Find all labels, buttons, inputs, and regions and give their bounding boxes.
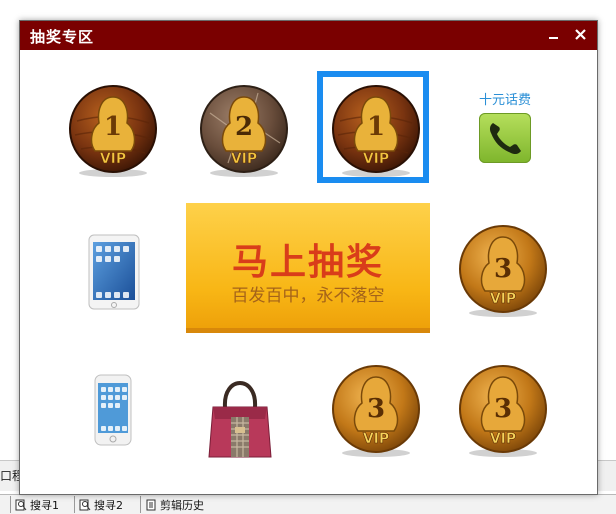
vip-coin-icon: 1 VIP (332, 85, 420, 177)
coin-number: 3 (494, 394, 512, 424)
search-icon (15, 499, 27, 510)
tab-search1[interactable]: 搜寻1 (10, 496, 59, 513)
draw-button-label: 马上抽奖 (231, 242, 384, 283)
prize-phone-credit[interactable] (479, 113, 531, 163)
draw-now-button[interactable]: 马上抽奖 百发百中，永不落空 (186, 203, 430, 333)
phone-icon (489, 123, 521, 155)
vip-coin-icon: 1 VIP (69, 85, 157, 177)
prize-vip3-coin[interactable]: 3 VIP (330, 363, 422, 459)
vip-coin-icon: 3 VIP (332, 365, 420, 457)
tab-label: 搜寻2 (94, 498, 123, 512)
lottery-dialog: 抽奖专区 1 VIP 2 VIP 1 VIP 十元话费 马上抽奖 百发百中，永不… (19, 20, 598, 495)
prize-vip3-coin[interactable]: 3 VIP (457, 363, 549, 459)
coin-badge: VIP (363, 431, 389, 447)
coin-number: 3 (367, 394, 385, 424)
handbag-icon (208, 381, 272, 458)
close-icon (575, 29, 586, 40)
phone-credit-label: 十元话费 (478, 93, 531, 108)
tab-clip-history[interactable]: 剪辑历史 (140, 496, 204, 513)
document-icon (146, 499, 156, 510)
background-app-panel-right (596, 460, 616, 491)
phone-device-icon (94, 374, 132, 446)
prize-ipad[interactable] (87, 233, 141, 315)
minimize-button[interactable] (544, 25, 564, 45)
vip-coin-icon: 3 VIP (459, 365, 547, 457)
coin-badge: VIP (231, 151, 257, 167)
vip-coin-icon: 3 VIP (459, 225, 547, 317)
coin-badge: VIP (100, 151, 126, 167)
vip-coin-icon: 2 VIP (200, 85, 288, 177)
tab-search2[interactable]: 搜寻2 (74, 496, 123, 513)
coin-number: 1 (367, 112, 385, 142)
tab-label: 剪辑历史 (160, 498, 204, 512)
prize-iphone[interactable] (93, 373, 133, 451)
prize-vip3-coin[interactable]: 3 VIP (457, 223, 549, 319)
minimize-icon (549, 37, 558, 39)
prize-vip2-coin[interactable]: 2 VIP (198, 83, 290, 179)
window-title: 抽奖专区 (30, 28, 95, 46)
tab-label: 搜寻1 (30, 498, 59, 512)
coin-badge: VIP (490, 291, 516, 307)
coin-badge: VIP (490, 431, 516, 447)
tablet-icon (88, 234, 140, 310)
bottom-tab-bar: 搜寻1 搜寻2 剪辑历史 (0, 494, 616, 514)
coin-number: 1 (104, 112, 122, 142)
coin-number: 2 (235, 112, 253, 142)
draw-button-sublabel: 百发百中，永不落空 (231, 286, 385, 306)
close-button[interactable] (571, 25, 591, 45)
coin-number: 3 (494, 254, 512, 284)
prize-vip1-coin[interactable]: 1 VIP (67, 83, 159, 179)
title-bar: 抽奖专区 (20, 21, 597, 50)
prize-handbag[interactable] (203, 363, 277, 467)
search-icon (79, 499, 91, 510)
coin-badge: VIP (363, 151, 389, 167)
prize-vip1-coin-selected[interactable]: 1 VIP (330, 83, 422, 179)
